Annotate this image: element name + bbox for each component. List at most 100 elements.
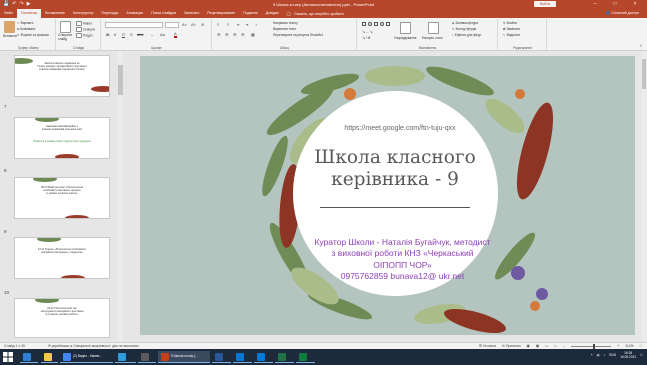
rectangle-shape-icon[interactable] bbox=[362, 22, 366, 26]
reset-button[interactable]: Скинути bbox=[76, 27, 95, 32]
taskbar-item[interactable] bbox=[275, 351, 294, 363]
find-button[interactable]: ⚲ Знайти bbox=[503, 21, 517, 25]
text-direction-button[interactable]: Напрямок тексту bbox=[273, 21, 298, 25]
paste-icon[interactable] bbox=[4, 21, 15, 33]
volume-icon[interactable]: ♪ bbox=[604, 353, 606, 357]
tab-home[interactable]: Основная bbox=[16, 9, 42, 18]
tab-slide-show[interactable]: Показ слайдов bbox=[147, 9, 180, 18]
taskbar-item[interactable] bbox=[41, 351, 58, 363]
close-button[interactable]: × bbox=[625, 0, 645, 9]
taskbar-item[interactable]: 9 Школа кл.кер (... bbox=[158, 351, 210, 363]
taskbar-item[interactable] bbox=[20, 351, 38, 363]
bullets-icon[interactable]: ≡ bbox=[217, 22, 219, 27]
decrease-indent-icon[interactable]: ⇤ bbox=[237, 22, 240, 27]
tell-me-search[interactable]: Скажіть, що потрібно зробити bbox=[294, 12, 344, 16]
slideshow-icon[interactable]: ▷ bbox=[554, 344, 557, 348]
numbering-icon[interactable]: ≡ bbox=[227, 22, 229, 27]
maximize-button[interactable]: □ bbox=[605, 0, 625, 9]
share-button[interactable]: 👤 Спільний доступ bbox=[606, 9, 639, 18]
thumbnail-scrollbar[interactable] bbox=[118, 51, 123, 342]
language-label[interactable]: українська bbox=[52, 344, 69, 348]
taskbar-item[interactable]: (2) Видео - Кампи... bbox=[60, 351, 113, 363]
normal-view-icon[interactable]: ▣ bbox=[527, 344, 530, 348]
zoom-level[interactable]: 114% bbox=[625, 344, 634, 348]
editor-scrollbar[interactable] bbox=[641, 51, 647, 342]
slide-thumbnail[interactable]: Навчання кваліфікаційне з класних керівн… bbox=[14, 117, 110, 159]
tab-record[interactable]: Записать bbox=[180, 9, 203, 18]
align-right-icon[interactable]: ☰ bbox=[233, 32, 237, 37]
tab-animations[interactable]: Анимация bbox=[122, 9, 147, 18]
notes-button[interactable]: ☰ Нотатки bbox=[479, 344, 496, 348]
slide-thumbnail[interactable]: 08.10 Майстер-клас «Психологічна особлив… bbox=[14, 177, 110, 219]
circle-shape-icon[interactable] bbox=[380, 22, 384, 26]
replace-button[interactable]: ⇄ Замінити bbox=[503, 27, 520, 31]
select-button[interactable]: ↖ Виділити bbox=[503, 33, 520, 37]
quick-styles-button[interactable]: Експрес-стилі bbox=[422, 36, 442, 40]
minimize-button[interactable]: – bbox=[585, 0, 605, 9]
tab-file[interactable]: Файл bbox=[0, 9, 17, 18]
convert-smartart-button[interactable]: Перетворити на рисунок SmartArt bbox=[273, 33, 323, 37]
clear-formatting-icon[interactable]: ⊘ bbox=[201, 22, 204, 27]
cut-button[interactable]: ✂ Вирізати bbox=[17, 21, 33, 25]
keyboard-language[interactable]: ENG bbox=[609, 353, 616, 357]
font-color-icon[interactable]: A bbox=[174, 32, 177, 38]
zoom-slider[interactable] bbox=[571, 343, 612, 349]
increase-indent-icon[interactable]: ⇥ bbox=[245, 22, 248, 27]
windows-start-icon[interactable] bbox=[2, 351, 14, 363]
taskbar-item[interactable] bbox=[254, 351, 273, 363]
shape-fill-button[interactable]: ◈ Заливка фігури bbox=[452, 21, 478, 25]
font-name-box[interactable] bbox=[105, 22, 163, 28]
scrollbar-thumb[interactable] bbox=[642, 59, 646, 89]
new-slide-button[interactable]: Створити слайд bbox=[58, 33, 76, 41]
new-slide-icon[interactable] bbox=[60, 21, 71, 33]
section-button[interactable]: Розділ bbox=[76, 33, 93, 38]
sign-in-button[interactable]: Войти bbox=[534, 1, 556, 7]
slide-canvas[interactable]: https://meet.google.com/ftn-tuju-qxx Шко… bbox=[140, 56, 635, 335]
tab-insert[interactable]: Вставление bbox=[41, 9, 69, 18]
meeting-url[interactable]: https://meet.google.com/ftn-tuju-qxx bbox=[300, 125, 500, 132]
slide-thumbnail[interactable]: 12.11 Тренінг «Психологічні особливості … bbox=[14, 237, 110, 279]
layout-button[interactable]: Макет bbox=[76, 21, 92, 26]
arrange-icon[interactable] bbox=[400, 22, 411, 34]
tab-transitions[interactable]: Переходы bbox=[97, 9, 122, 18]
tab-view[interactable]: Подання bbox=[239, 9, 262, 18]
italic-button[interactable]: К bbox=[114, 32, 116, 37]
chevron-up-icon[interactable]: ˄ bbox=[591, 353, 593, 357]
slide-title[interactable]: Школа класного керівника - 9 bbox=[270, 147, 520, 191]
align-text-button[interactable]: Вирівняти текст bbox=[273, 27, 296, 31]
bold-button[interactable]: Ж bbox=[106, 32, 110, 37]
justify-icon[interactable]: ☰ bbox=[241, 32, 245, 37]
taskbar-item[interactable] bbox=[233, 351, 252, 363]
clock[interactable]: 16:26 16.09.2021 bbox=[620, 351, 636, 359]
arrange-button[interactable]: Упорядкування bbox=[394, 36, 416, 40]
collapse-ribbon-icon[interactable]: ˄ bbox=[640, 43, 642, 48]
quick-styles-icon[interactable] bbox=[428, 22, 439, 34]
grow-font-icon[interactable]: A˄ bbox=[182, 22, 187, 27]
author-info[interactable]: Куратор Школи - Наталія Бугайчук, методи… bbox=[290, 237, 515, 282]
tab-help[interactable]: Довідка bbox=[262, 9, 283, 18]
align-center-icon[interactable]: ☰ bbox=[225, 32, 229, 37]
change-case-icon[interactable]: Aa bbox=[160, 32, 165, 37]
shape-effects-button[interactable]: ○ Ефекти для фігур bbox=[452, 33, 481, 37]
shrink-font-icon[interactable]: A˅ bbox=[191, 22, 196, 27]
line-spacing-icon[interactable]: ↕ bbox=[255, 22, 257, 27]
zoom-out-icon[interactable]: – bbox=[563, 344, 565, 348]
paste-button[interactable]: Вставити bbox=[3, 34, 17, 38]
columns-icon[interactable]: ▦ bbox=[251, 32, 255, 37]
strikethrough-button[interactable]: abc bbox=[137, 32, 143, 37]
accessibility-label[interactable]: Спеціальні можливості: дію не виконано bbox=[73, 344, 139, 348]
slide-thumbnail[interactable]: 03.12 Психологічний час «Інструменти емо… bbox=[14, 298, 110, 338]
rounded-rect-shape-icon[interactable] bbox=[374, 22, 378, 26]
zoom-slider-thumb[interactable] bbox=[593, 343, 596, 349]
char-spacing-icon[interactable]: ↔ bbox=[150, 32, 154, 37]
network-icon[interactable]: ▤ bbox=[597, 353, 600, 357]
font-size-box[interactable] bbox=[165, 22, 179, 28]
arrow-shape-icon[interactable]: ↘←↘ bbox=[362, 29, 373, 34]
slide-sorter-icon[interactable]: ▦ bbox=[536, 344, 539, 348]
zoom-in-icon[interactable]: + bbox=[617, 344, 619, 348]
square-shape-icon[interactable] bbox=[386, 22, 390, 26]
shadow-button[interactable]: S bbox=[130, 32, 133, 37]
format-painter-button[interactable]: ✒ Формат за зразком bbox=[17, 33, 49, 37]
taskbar-item[interactable] bbox=[296, 351, 315, 363]
taskbar-item[interactable] bbox=[138, 351, 156, 363]
